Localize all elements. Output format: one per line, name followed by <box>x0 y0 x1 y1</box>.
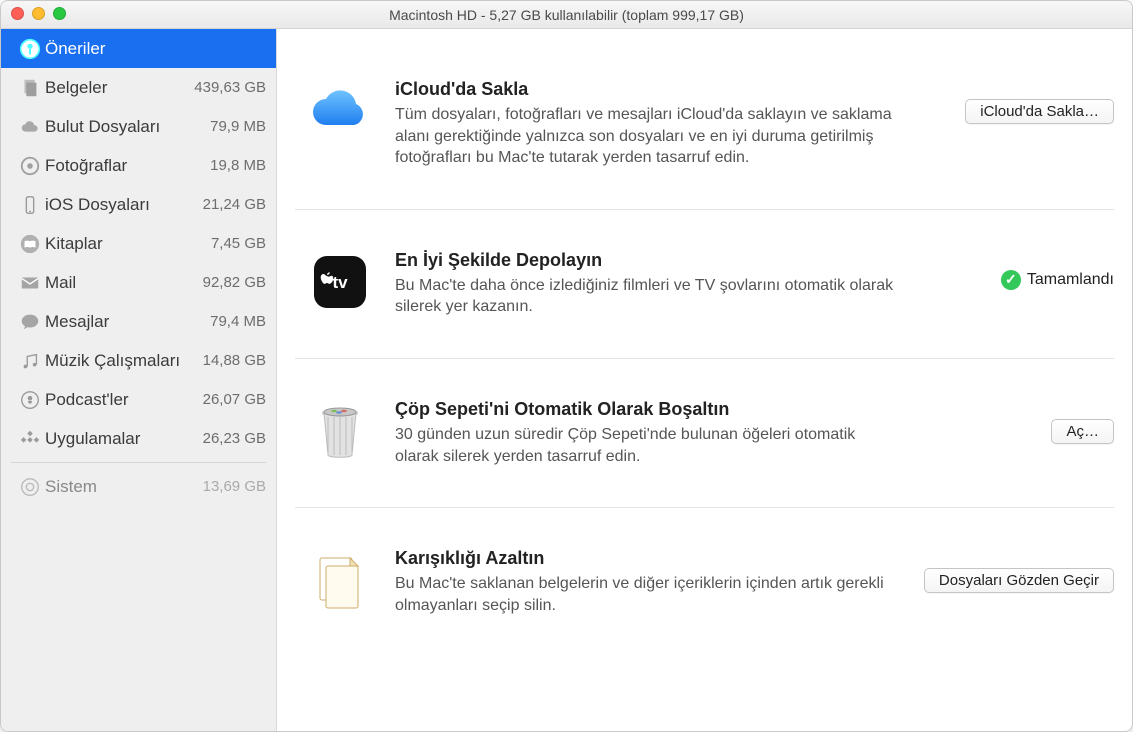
sidebar-item-size: 26,23 GB <box>203 430 266 447</box>
recommendation-row: tv En İyi Şekilde Depolayın Bu Mac'te daha… <box>295 210 1114 359</box>
sidebar-item--neriler[interactable]: Öneriler <box>1 29 276 68</box>
sidebar-item-belgeler[interactable]: Belgeler439,63 GB <box>1 68 276 107</box>
sidebar-item-kitaplar[interactable]: Kitaplar7,45 GB <box>1 224 276 263</box>
recommendation-status: ✓ Tamamlandı <box>1001 270 1114 290</box>
cloud-icon <box>15 116 45 138</box>
sidebar-item-ios-dosyalar-[interactable]: iOS Dosyaları21,24 GB <box>1 185 276 224</box>
recommendation-desc: Tüm dosyaları, fotoğrafları ve mesajları… <box>395 104 894 169</box>
sidebar-item-uygulamalar[interactable]: Uygulamalar26,23 GB <box>1 419 276 458</box>
sidebar-separator <box>11 462 266 463</box>
appletv-icon: tv <box>305 250 375 310</box>
books-icon <box>15 233 45 255</box>
tip-icon <box>15 38 45 60</box>
sidebar-item-size: 92,82 GB <box>203 274 266 291</box>
checkmark-icon: ✓ <box>1001 270 1021 290</box>
sidebar-item-label: iOS Dosyaları <box>45 195 203 215</box>
recommendation-desc: Bu Mac'te daha önce izlediğiniz filmleri… <box>395 275 894 318</box>
podcast-icon <box>15 389 45 411</box>
recommendation-body: Çöp Sepeti'ni Otomatik Olarak Boşaltın 30… <box>395 399 894 467</box>
svg-text:tv: tv <box>332 273 348 292</box>
recommendation-title: Karışıklığı Azaltın <box>395 548 894 569</box>
close-window-button[interactable] <box>11 7 24 20</box>
recommendation-button[interactable]: Dosyaları Gözden Geçir <box>924 568 1114 593</box>
sidebar-item-label: Kitaplar <box>45 234 211 254</box>
sidebar-item-label: Podcast'ler <box>45 390 203 410</box>
trash-icon <box>305 399 375 463</box>
music-icon <box>15 350 45 372</box>
sidebar-item-size: 79,9 MB <box>210 118 266 135</box>
apps-icon <box>15 428 45 450</box>
sidebar-item-label: Öneriler <box>45 39 266 59</box>
sidebar-item-label: Müzik Çalışmaları <box>45 351 203 371</box>
sidebar-item-sistem[interactable]: Sistem13,69 GB <box>1 467 276 506</box>
recommendation-action: iCloud'da Sakla… <box>914 79 1114 124</box>
recommendation-body: En İyi Şekilde Depolayın Bu Mac'te daha ö… <box>395 250 894 318</box>
recommendation-desc: 30 günden uzun süredir Çöp Sepeti'nde bu… <box>395 424 894 467</box>
mail-icon <box>15 272 45 294</box>
sidebar-item-foto-raflar[interactable]: Fotoğraflar19,8 MB <box>1 146 276 185</box>
system-icon <box>15 476 45 498</box>
sidebar-item-size: 21,24 GB <box>203 196 266 213</box>
sidebar-item-label: Mail <box>45 273 203 293</box>
storage-management-window: Macintosh HD - 5,27 GB kullanılabilir (t… <box>0 0 1133 732</box>
sidebar-item-m-zik-al-malar-[interactable]: Müzik Çalışmaları14,88 GB <box>1 341 276 380</box>
sidebar-item-size: 7,45 GB <box>211 235 266 252</box>
sidebar-item-mesajlar[interactable]: Mesajlar79,4 MB <box>1 302 276 341</box>
recommendation-body: Karışıklığı Azaltın Bu Mac'te saklanan be… <box>395 548 894 616</box>
sidebar-item-label: Fotoğraflar <box>45 156 210 176</box>
ios-icon <box>15 194 45 216</box>
window-body: ÖnerilerBelgeler439,63 GBBulut Dosyaları… <box>1 29 1132 731</box>
traffic-lights <box>11 7 66 20</box>
titlebar[interactable]: Macintosh HD - 5,27 GB kullanılabilir (t… <box>1 1 1132 29</box>
recommendation-desc: Bu Mac'te saklanan belgelerin ve diğer i… <box>395 573 894 616</box>
sidebar-item-label: Mesajlar <box>45 312 210 332</box>
recommendations-content: iCloud'da Sakla Tüm dosyaları, fotoğrafla… <box>277 29 1132 731</box>
sidebar-item-size: 19,8 MB <box>210 157 266 174</box>
recommendation-button[interactable]: iCloud'da Sakla… <box>965 99 1114 124</box>
recommendation-row: iCloud'da Sakla Tüm dosyaları, fotoğrafla… <box>295 39 1114 210</box>
messages-icon <box>15 311 45 333</box>
recommendation-title: En İyi Şekilde Depolayın <box>395 250 894 271</box>
recommendation-action: ✓ Tamamlandı <box>914 250 1114 290</box>
recommendation-row: Çöp Sepeti'ni Otomatik Olarak Boşaltın 30… <box>295 359 1114 508</box>
sidebar-item-size: 13,69 GB <box>203 478 266 495</box>
status-label: Tamamlandı <box>1027 271 1114 289</box>
recommendation-body: iCloud'da Sakla Tüm dosyaları, fotoğrafla… <box>395 79 894 169</box>
photos-icon <box>15 155 45 177</box>
recommendation-row: Karışıklığı Azaltın Bu Mac'te saklanan be… <box>295 508 1114 656</box>
sidebar-item-label: Bulut Dosyaları <box>45 117 210 137</box>
sidebar-item-size: 79,4 MB <box>210 313 266 330</box>
sidebar-item-label: Belgeler <box>45 78 194 98</box>
sidebar-item-size: 26,07 GB <box>203 391 266 408</box>
icloud-large-icon <box>305 79 375 131</box>
recommendation-action: Aç… <box>914 399 1114 444</box>
sidebar-item-label: Uygulamalar <box>45 429 203 449</box>
window-title: Macintosh HD - 5,27 GB kullanılabilir (t… <box>1 7 1132 23</box>
sidebar-item-podcast-ler[interactable]: Podcast'ler26,07 GB <box>1 380 276 419</box>
sidebar-item-mail[interactable]: Mail92,82 GB <box>1 263 276 302</box>
reduce-clutter-icon <box>305 548 375 616</box>
recommendation-action: Dosyaları Gözden Geçir <box>914 548 1114 593</box>
sidebar-item-size: 14,88 GB <box>203 352 266 369</box>
recommendation-title: Çöp Sepeti'ni Otomatik Olarak Boşaltın <box>395 399 894 420</box>
recommendation-title: iCloud'da Sakla <box>395 79 894 100</box>
sidebar-item-label: Sistem <box>45 477 203 497</box>
minimize-window-button[interactable] <box>32 7 45 20</box>
sidebar-item-bulut-dosyalar-[interactable]: Bulut Dosyaları79,9 MB <box>1 107 276 146</box>
documents-icon <box>15 77 45 99</box>
zoom-window-button[interactable] <box>53 7 66 20</box>
sidebar: ÖnerilerBelgeler439,63 GBBulut Dosyaları… <box>1 29 277 731</box>
sidebar-item-size: 439,63 GB <box>194 79 266 96</box>
recommendation-button[interactable]: Aç… <box>1051 419 1114 444</box>
